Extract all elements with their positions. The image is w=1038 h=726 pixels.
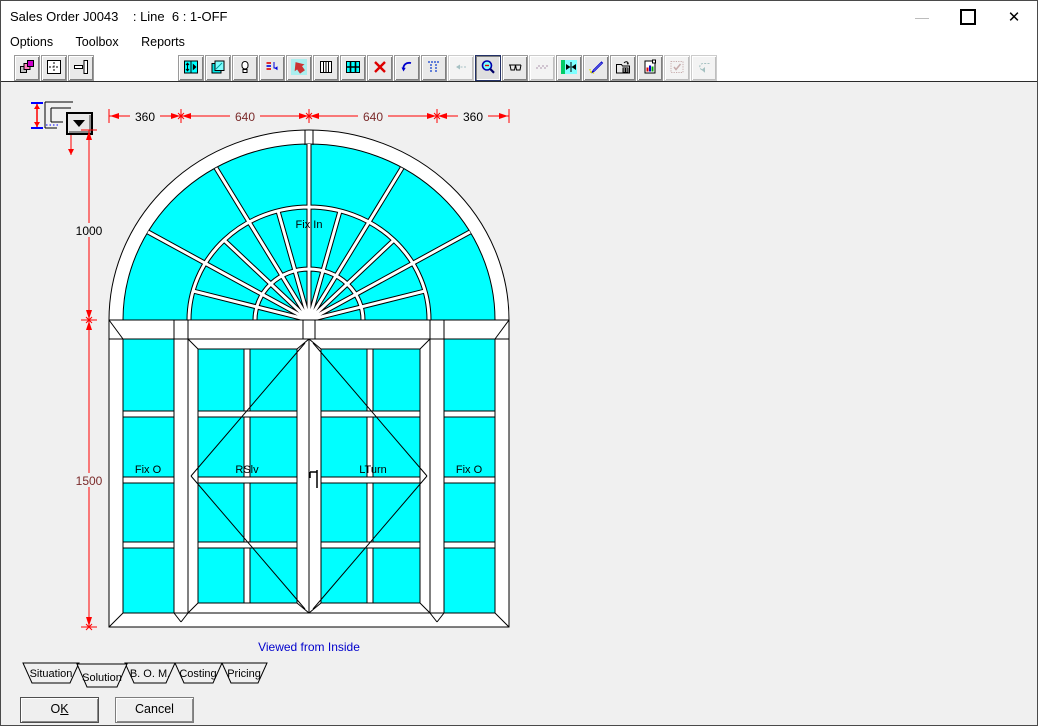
menu-toolbox[interactable]: Toolbox <box>67 32 128 52</box>
left-fixed-panel[interactable]: Fix O <box>123 339 174 613</box>
dim-width-4[interactable]: 360 <box>463 110 483 124</box>
ok-button[interactable]: OK <box>20 697 99 723</box>
return-arrow-button <box>691 55 717 81</box>
spray-pen-icon <box>588 59 604 75</box>
maximize-button[interactable] <box>945 1 991 32</box>
sash-vent-icon <box>183 59 199 75</box>
right-door-label: LTurn <box>359 464 387 476</box>
dim-width-1[interactable]: 360 <box>135 110 155 124</box>
title-bar: Sales Order J0043 : Line 6 : 1-OFF — ✕ <box>1 1 1037 32</box>
ok-label: O <box>50 702 60 716</box>
tab-bar: Situation Solution B. O. M. Costing Pric… <box>15 662 305 690</box>
left-door-label: RSlv <box>235 464 259 476</box>
hardware-lock-button[interactable] <box>232 55 258 81</box>
transom-bar <box>109 320 509 339</box>
zoom-icon <box>480 59 496 75</box>
chart-report-button[interactable] <box>637 55 663 81</box>
vertical-bars-button[interactable] <box>313 55 339 81</box>
view-caption: Viewed from Inside <box>258 640 360 654</box>
dimension-points-icon <box>426 59 442 75</box>
drawing-canvas[interactable]: 360 640 640 360 1000 1500 <box>1 83 1037 663</box>
align-arrows-icon <box>561 59 577 75</box>
export-folder-icon <box>615 59 631 75</box>
curve-points-icon <box>534 59 550 75</box>
left-door-panel[interactable]: RSlv <box>188 339 309 613</box>
step-back-icon <box>453 59 469 75</box>
tab-situation-label[interactable]: Situation <box>30 668 73 680</box>
glazing-panes-button[interactable] <box>205 55 231 81</box>
close-icon: ✕ <box>1008 8 1021 26</box>
left-fixed-label: Fix O <box>135 464 162 476</box>
dim-height-2[interactable]: 1500 <box>76 474 103 488</box>
tab-solution-label[interactable]: Solution <box>82 672 122 684</box>
app-window: Sales Order J0043 : Line 6 : 1-OFF — ✕ O… <box>0 0 1038 726</box>
right-fixed-panel[interactable]: Fix O <box>444 339 495 613</box>
georgian-bars-icon <box>345 59 361 75</box>
window-title: Sales Order J0043 : Line 6 : 1-OFF <box>10 9 227 24</box>
texture-arrow-button[interactable] <box>286 55 312 81</box>
dimension-top: 360 640 640 360 <box>109 109 509 124</box>
delete-button[interactable] <box>367 55 393 81</box>
zoom-button[interactable] <box>475 55 501 81</box>
cascade-windows-icon <box>19 59 35 75</box>
cascade-windows-button[interactable] <box>14 55 40 81</box>
hardware-lock-icon <box>237 59 253 75</box>
maximize-icon <box>960 9 976 25</box>
undo-icon <box>399 59 415 75</box>
close-button[interactable]: ✕ <box>991 1 1037 32</box>
curve-points-button <box>529 55 555 81</box>
tab-bom-label[interactable]: B. O. M. <box>130 668 170 680</box>
wireframe-3d-button[interactable] <box>502 55 528 81</box>
undo-button[interactable] <box>394 55 420 81</box>
export-folder-button[interactable] <box>610 55 636 81</box>
menu-bar: Options Toolbox Reports <box>1 32 1037 54</box>
texture-arrow-icon <box>291 59 307 75</box>
ok-accesskey: K <box>60 702 68 716</box>
validate-grid-icon <box>669 59 685 75</box>
menu-options[interactable]: Options <box>1 32 62 52</box>
sort-lines-button[interactable] <box>259 55 285 81</box>
window-elevation: Fix In Fix O <box>109 130 509 627</box>
right-fixed-label: Fix O <box>456 464 483 476</box>
tab-costing-label[interactable]: Costing <box>179 668 216 680</box>
section-profile-button[interactable] <box>68 55 94 81</box>
sort-lines-icon <box>264 59 280 75</box>
chart-report-icon <box>642 59 658 75</box>
glazing-panes-icon <box>210 59 226 75</box>
grid-crosshair-icon <box>46 59 62 75</box>
cancel-button[interactable]: Cancel <box>115 697 194 723</box>
delete-icon <box>372 59 388 75</box>
dimension-left: 1000 1500 <box>70 130 108 630</box>
return-arrow-icon <box>696 59 712 75</box>
dimension-points-button[interactable] <box>421 55 447 81</box>
minimize-button[interactable]: — <box>899 1 945 32</box>
wireframe-3d-icon <box>507 59 523 75</box>
align-arrows-button[interactable] <box>556 55 582 81</box>
dim-width-2[interactable]: 640 <box>235 110 255 124</box>
grid-crosshair-button[interactable] <box>41 55 67 81</box>
minimize-icon: — <box>915 9 929 25</box>
menu-reports[interactable]: Reports <box>132 32 194 52</box>
arch-panel-label: Fix In <box>296 219 323 231</box>
right-door-panel[interactable]: LTurn <box>309 339 430 613</box>
tab-pricing-label[interactable]: Pricing <box>227 668 261 680</box>
spray-pen-button[interactable] <box>583 55 609 81</box>
dim-height-1[interactable]: 1000 <box>76 224 103 238</box>
step-back-button <box>448 55 474 81</box>
georgian-bars-button[interactable] <box>340 55 366 81</box>
toolbar <box>1 54 1037 82</box>
validate-grid-button <box>664 55 690 81</box>
sash-vent-button[interactable] <box>178 55 204 81</box>
dim-width-3[interactable]: 640 <box>363 110 383 124</box>
vertical-bars-icon <box>318 59 334 75</box>
section-profile-icon <box>73 59 89 75</box>
